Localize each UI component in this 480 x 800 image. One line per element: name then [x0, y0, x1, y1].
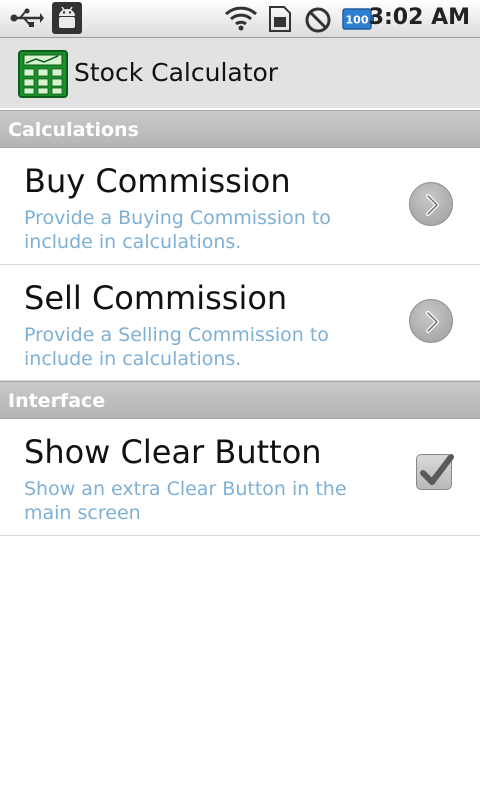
calculator-icon: [18, 50, 68, 98]
pref-title: Buy Commission: [24, 162, 291, 200]
usb-icon: [10, 8, 44, 32]
chevron-right-icon[interactable]: [409, 182, 453, 226]
pref-summary: Provide a Buying Commission to include i…: [24, 207, 331, 253]
pref-title: Show Clear Button: [24, 433, 322, 471]
wifi-icon: [224, 4, 258, 36]
checkmark-icon: [420, 454, 454, 485]
app-title: Stock Calculator: [74, 58, 279, 87]
pref-item-show-clear-button[interactable]: Show Clear Button Show an extra Clear Bu…: [0, 419, 480, 536]
chevron-right-icon[interactable]: [409, 299, 453, 343]
section-header-calculations: Calculations: [0, 110, 480, 148]
pref-summary: Provide a Selling Commission to include …: [24, 324, 329, 370]
battery-level: 100: [346, 14, 369, 27]
pref-item-buy-commission[interactable]: Buy Commission Provide a Buying Commissi…: [0, 148, 480, 265]
android-debug-icon: [52, 2, 82, 34]
pref-summary: Show an extra Clear Button in the main s…: [24, 478, 347, 524]
pref-item-sell-commission[interactable]: Sell Commission Provide a Selling Commis…: [0, 265, 480, 381]
pref-title: Sell Commission: [24, 279, 288, 317]
status-bar: 100 3:02 AM: [0, 0, 480, 38]
status-time: 3:02 AM: [368, 5, 470, 30]
no-signal-icon: [304, 6, 332, 38]
app-title-bar: Stock Calculator: [0, 38, 480, 108]
sim-card-icon: [268, 5, 292, 37]
section-header-interface: Interface: [0, 381, 480, 419]
show-clear-button-checkbox[interactable]: [416, 454, 454, 490]
